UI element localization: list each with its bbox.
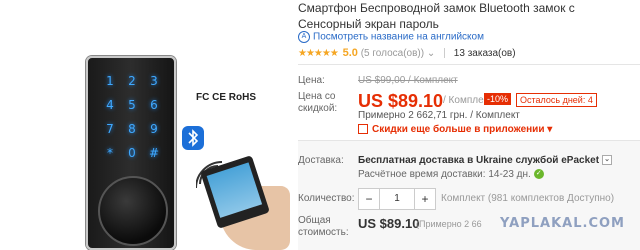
phone-screen xyxy=(206,162,263,218)
keypad: 1 2 3 4 5 6 7 8 9 * 0 # xyxy=(102,72,162,182)
delivery-eta-label: Расчётное время доставки: 14-23 дн. xyxy=(358,169,531,180)
rating-row: ★★★★★ 5.0 (5 голоса(ов)) ⌄ 13 заказа(ов) xyxy=(298,47,516,59)
product-image[interactable]: 1 2 3 4 5 6 7 8 9 * 0 # FC CE RoHS xyxy=(0,0,290,250)
keypad-key: * xyxy=(107,146,113,160)
lock-knob xyxy=(98,176,168,246)
keypad-key: 3 xyxy=(150,74,158,88)
quantity-increase-button[interactable]: + xyxy=(415,189,435,209)
discount-price-label: Цена со скидкой: xyxy=(298,91,338,114)
keypad-key: 5 xyxy=(128,98,136,112)
quantity-decrease-button[interactable]: − xyxy=(359,189,379,209)
star-rating-icon: ★★★★★ xyxy=(298,48,339,59)
total-price: US $89.10 xyxy=(358,216,420,231)
chevron-down-icon[interactable]: ⌄ xyxy=(427,48,435,59)
qr-code-icon xyxy=(358,124,368,135)
app-deal-link[interactable]: Скидки еще больше в приложении ▾ xyxy=(358,124,552,135)
chevron-down-icon[interactable]: ⌄ xyxy=(602,155,613,166)
chevron-down-icon: ▾ xyxy=(547,124,553,135)
translate-icon: A xyxy=(298,31,310,43)
keypad-key: 0 xyxy=(128,146,136,160)
certification-marks: FC CE RoHS xyxy=(196,92,256,103)
divider xyxy=(298,64,640,65)
quantity-note: Комплект (981 комплектов Доступно) xyxy=(441,193,615,204)
rating-votes[interactable]: (5 голоса(ов)) xyxy=(361,48,424,59)
keypad-key: 7 xyxy=(106,122,114,136)
translate-link-label: Посмотреть название на английском xyxy=(313,31,484,43)
watermark: YAPLAKAL.COM xyxy=(500,216,625,231)
product-title: Смартфон Беспроводной замок Bluetooth за… xyxy=(298,1,575,31)
total-label: Общая стоимость: xyxy=(298,215,349,238)
discount-badge: -10% xyxy=(484,93,512,105)
lock-body: 1 2 3 4 5 6 7 8 9 * 0 # xyxy=(86,56,176,250)
keypad-key: 2 xyxy=(128,74,136,88)
keypad-key: 9 xyxy=(150,122,158,136)
current-price: US $89.10 xyxy=(358,91,444,111)
delivery-eta: Расчётное время доставки: 14-23 дн. ✓ xyxy=(358,169,544,180)
divider xyxy=(444,48,446,59)
keypad-key: 6 xyxy=(150,98,158,112)
keypad-key: 8 xyxy=(128,122,136,136)
days-left-badge: Осталось дней: 4 xyxy=(516,93,597,107)
rating-score: 5.0 xyxy=(342,47,358,59)
orders-count: 13 заказа(ов) xyxy=(453,48,516,59)
total-approx: (Примерно 2 66 xyxy=(416,219,482,229)
old-price: US $99,00 / Комплект xyxy=(358,75,458,86)
approx-price: Примерно 2 662,71 грн. / Комплект xyxy=(358,110,520,121)
product-info-panel: Смартфон Беспроводной замок Bluetooth за… xyxy=(298,0,640,250)
keypad-key: # xyxy=(148,146,160,160)
shipping-method[interactable]: Бесплатная доставка в Ukraine службой eP… xyxy=(358,155,613,166)
app-deal-label: Скидки еще больше в приложении xyxy=(372,124,545,135)
translate-link[interactable]: A Посмотреть название на английском xyxy=(298,31,484,43)
check-icon: ✓ xyxy=(533,169,544,180)
divider xyxy=(298,140,640,141)
bluetooth-icon xyxy=(182,126,204,150)
quantity-stepper[interactable]: − 1 + xyxy=(358,188,436,210)
keypad-key: 1 xyxy=(106,74,114,88)
price-label: Цена: xyxy=(298,75,325,86)
quantity-label: Количество: xyxy=(298,193,355,204)
keypad-key: 4 xyxy=(106,98,114,112)
shipping-method-label: Бесплатная доставка в Ukraine службой eP… xyxy=(358,155,600,166)
shipping-label: Доставка: xyxy=(298,155,344,166)
quantity-input[interactable]: 1 xyxy=(379,189,415,209)
